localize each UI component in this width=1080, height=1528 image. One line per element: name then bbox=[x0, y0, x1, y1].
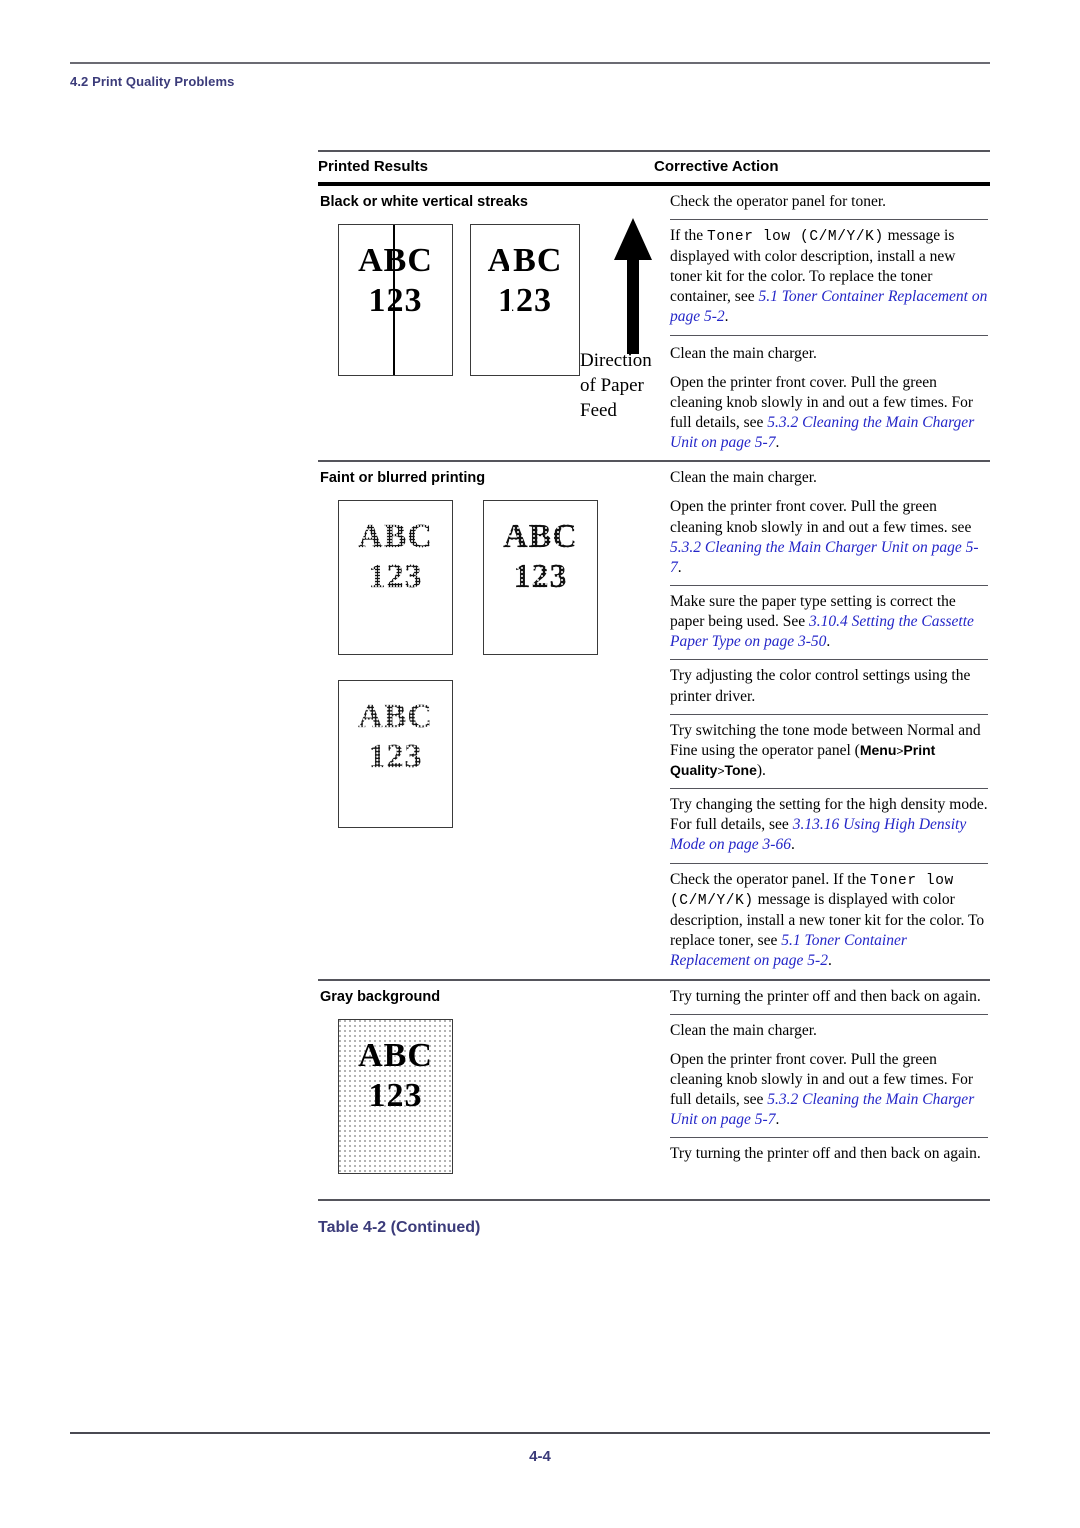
corrective-action-item: Open the printer front cover. Pull the g… bbox=[670, 373, 975, 452]
column-header-printed-results: Printed Results bbox=[318, 158, 429, 175]
specimen-text: ABC 123 bbox=[358, 1036, 433, 1114]
specimen-black-streak: ABC 123 bbox=[338, 224, 453, 376]
corrective-action-item: Try changing the setting for the high de… bbox=[670, 796, 988, 854]
corrective-action-cell: Clean the main charger. Open the printer… bbox=[654, 462, 990, 978]
specimen-group-gray: ABC 123 bbox=[320, 1009, 644, 1199]
print-quality-table: Printed Results Corrective Action Black … bbox=[318, 150, 990, 1241]
corrective-action-item: Try turning the printer off and then bac… bbox=[670, 987, 981, 1005]
table-row: Black or white vertical streaks ABC 123 bbox=[318, 186, 990, 460]
header-rule bbox=[70, 62, 990, 64]
corrective-action-item: Make sure the paper type setting is corr… bbox=[670, 592, 974, 651]
specimen-text: ABC 123 bbox=[358, 518, 433, 596]
corrective-action-item: If the Toner low (C/M/Y/K) message is di… bbox=[670, 227, 988, 326]
corrective-action-item: Clean the main charger. bbox=[670, 344, 817, 362]
corrective-action-item: Check the operator panel. If the Toner l… bbox=[670, 870, 985, 970]
running-head: 4.2 Print Quality Problems bbox=[70, 74, 235, 89]
document-page: 4.2 Print Quality Problems Printed Resul… bbox=[0, 0, 1080, 1528]
table-caption: Table 4-2 (Continued) bbox=[318, 1218, 481, 1236]
symptom-cell: Black or white vertical streaks ABC 123 bbox=[318, 186, 654, 460]
corrective-action-item: Try switching the tone mode between Norm… bbox=[670, 721, 981, 779]
corrective-action-cell: Check the operator panel for toner. If t… bbox=[654, 186, 990, 460]
specimen-text: ABC 123 bbox=[503, 518, 578, 596]
menu-path-menu: Menu bbox=[859, 741, 897, 758]
table-row: Gray background ABC 123 Try turning the … bbox=[318, 981, 990, 1199]
cross-reference-link[interactable]: 5.3.2 Cleaning the Main Charger Unit on … bbox=[670, 539, 979, 576]
symptom-cell: Faint or blurred printing ABC 123 ABC 12… bbox=[318, 462, 654, 978]
specimen-faint-b: ABC 123 bbox=[483, 500, 598, 656]
specimen-text: ABC 123 bbox=[358, 242, 433, 320]
cross-reference-link[interactable]: 5.3.2 Cleaning the Main Charger Unit on … bbox=[670, 1091, 974, 1128]
specimen-faint-c: ABC 123 bbox=[338, 680, 453, 829]
paper-feed-label: Direction of Paper Feed bbox=[580, 350, 652, 422]
page-number: 4-4 bbox=[529, 1448, 551, 1465]
specimen-text: ABC 123 bbox=[487, 242, 563, 320]
cross-reference-link[interactable]: 3.10.4 Setting the Cassette Paper Type o… bbox=[670, 613, 974, 650]
symptom-title: Faint or blurred printing bbox=[320, 470, 486, 487]
specimen-text: ABC 123 bbox=[358, 698, 433, 776]
specimen-faint-a: ABC 123 bbox=[338, 500, 453, 656]
table-header-row: Printed Results Corrective Action bbox=[318, 152, 990, 182]
symptom-title: Gray background bbox=[320, 988, 441, 1005]
black-streak-line bbox=[393, 225, 395, 375]
menu-path-tone: Tone bbox=[724, 761, 757, 778]
table-row: Faint or blurred printing ABC 123 ABC 12… bbox=[318, 462, 990, 978]
cross-reference-link[interactable]: 5.1 Toner Container Replacement on page … bbox=[670, 288, 987, 325]
specimen-gray-background: ABC 123 bbox=[338, 1018, 453, 1174]
corrective-action-item: Try adjusting the color control settings… bbox=[670, 667, 971, 705]
corrective-action-item: Open the printer front cover. Pull the g… bbox=[670, 498, 979, 576]
cross-reference-link[interactable]: 3.13.16 Using High Density Mode on page … bbox=[670, 816, 966, 853]
footer-rule bbox=[70, 1432, 990, 1434]
cross-reference-link[interactable]: 5.1 Toner Container Replacement on page … bbox=[670, 932, 907, 969]
corrective-action-item: Clean the main charger. bbox=[670, 469, 817, 487]
white-streak-line bbox=[509, 225, 512, 375]
symptom-cell: Gray background ABC 123 bbox=[318, 981, 654, 1199]
specimen-group-streaks: ABC 123 ABC 123 Direction of Paper Feed bbox=[320, 214, 652, 421]
specimen-group-faint: ABC 123 ABC 123 ABC 123 bbox=[320, 490, 644, 860]
symptom-title: Black or white vertical streaks bbox=[320, 194, 528, 210]
column-header-corrective-action: Corrective Action bbox=[654, 158, 779, 175]
corrective-action-item: Open the printer front cover. Pull the g… bbox=[670, 1050, 975, 1129]
cross-reference-link[interactable]: 5.3.2 Cleaning the Main Charger Unit on … bbox=[670, 414, 974, 451]
corrective-action-item: Clean the main charger. bbox=[670, 1021, 817, 1039]
arrow-shaft bbox=[627, 254, 639, 354]
specimen-white-streak: ABC 123 bbox=[470, 224, 580, 376]
panel-message-text: Toner low (C/M/Y/K) bbox=[707, 229, 884, 246]
corrective-action-item: Try turning the printer off and then bac… bbox=[670, 1145, 981, 1163]
corrective-action-item: Check the operator panel for toner. bbox=[670, 193, 887, 210]
corrective-action-cell: Try turning the printer off and then bac… bbox=[654, 981, 990, 1199]
panel-message-text: Toner low (C/M/Y/K) bbox=[670, 872, 954, 910]
